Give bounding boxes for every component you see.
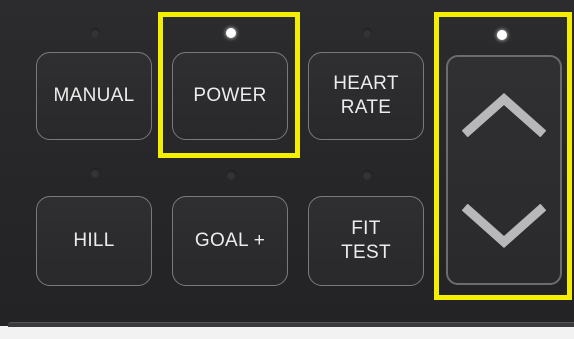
manual-button[interactable]: MANUAL	[36, 52, 152, 140]
power-button-label: POWER	[193, 85, 267, 107]
power-button[interactable]: POWER	[172, 52, 288, 140]
hill-button[interactable]: HILL	[36, 196, 152, 286]
heart-rate-button[interactable]: HEART RATE	[308, 52, 424, 140]
goal-plus-button-label: GOAL +	[194, 230, 266, 252]
panel-bottom-edge	[8, 322, 574, 327]
led-goal	[226, 170, 236, 180]
goal-plus-button[interactable]: GOAL +	[172, 196, 288, 286]
led-heart-rate	[362, 28, 372, 38]
led-power	[226, 28, 236, 38]
speed-rocker	[446, 55, 562, 285]
hill-button-label: HILL	[73, 230, 115, 252]
led-arrows	[497, 30, 507, 40]
chevron-up-icon	[462, 91, 546, 137]
led-fit-test	[362, 170, 372, 180]
fit-test-button[interactable]: FIT TEST	[308, 196, 424, 286]
chevron-down-icon	[462, 203, 546, 250]
up-arrow-button[interactable]	[448, 57, 560, 170]
led-hill	[90, 168, 100, 178]
led-manual	[90, 28, 100, 38]
down-arrow-button[interactable]	[448, 170, 560, 283]
manual-button-label: MANUAL	[53, 85, 135, 107]
heart-rate-button-label: HEART RATE	[333, 73, 399, 118]
fit-test-button-label: FIT TEST	[341, 218, 391, 263]
